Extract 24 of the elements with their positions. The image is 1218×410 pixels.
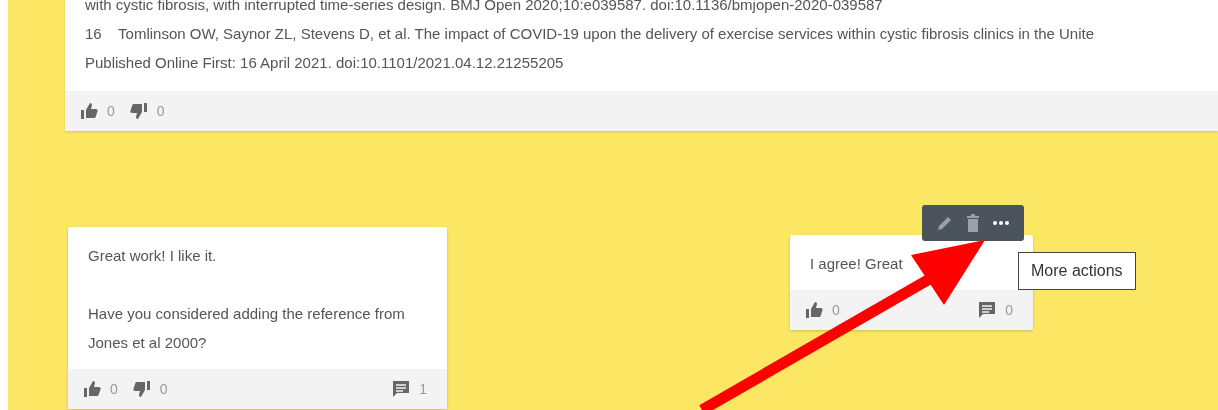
comment-text: Great work! I like it. (88, 246, 218, 266)
tooltip: More actions (1018, 252, 1136, 290)
thumbs-up-icon[interactable] (82, 379, 102, 399)
reference-text: with cystic fibrosis, with interrupted time-series design. BMJ Open 2020;10:e039587. doi:10.1136/bmjopen-2020-039587 (85, 0, 884, 15)
reference-text: 16 Tomlinson OW, Saynor ZL, Stevens D, et al. The impact of COVID-19 upon the delivery of exercise services within cystic fibrosis clinics in the Unite (85, 24, 1096, 44)
dislike-count: 0 (156, 101, 165, 121)
comment-text: I agree! Great (810, 254, 904, 274)
more-actions-button[interactable] (992, 220, 1010, 226)
comment-text: Have you considered adding the reference from Jones et al 2000? (88, 304, 406, 353)
thumbs-down-icon[interactable] (131, 379, 152, 399)
delete-button[interactable] (966, 214, 980, 232)
like-count: 0 (110, 379, 118, 399)
reply-count: 0 (1005, 300, 1013, 320)
like-count: 0 (107, 101, 115, 121)
reference-text: Published Online First: 16 April 2021. doi:10.1101/2021.04.12.21255205 (85, 53, 565, 73)
edit-button[interactable] (936, 214, 954, 232)
reply-count: 1 (419, 379, 427, 399)
thumbs-up-icon[interactable] (79, 101, 99, 121)
dislike-count: 0 (159, 379, 168, 399)
thumbs-down-icon[interactable] (128, 101, 149, 121)
like-count: 0 (832, 300, 840, 320)
comment-icon[interactable] (391, 379, 412, 399)
comment-icon[interactable] (977, 300, 998, 320)
thumbs-up-icon[interactable] (804, 300, 824, 320)
